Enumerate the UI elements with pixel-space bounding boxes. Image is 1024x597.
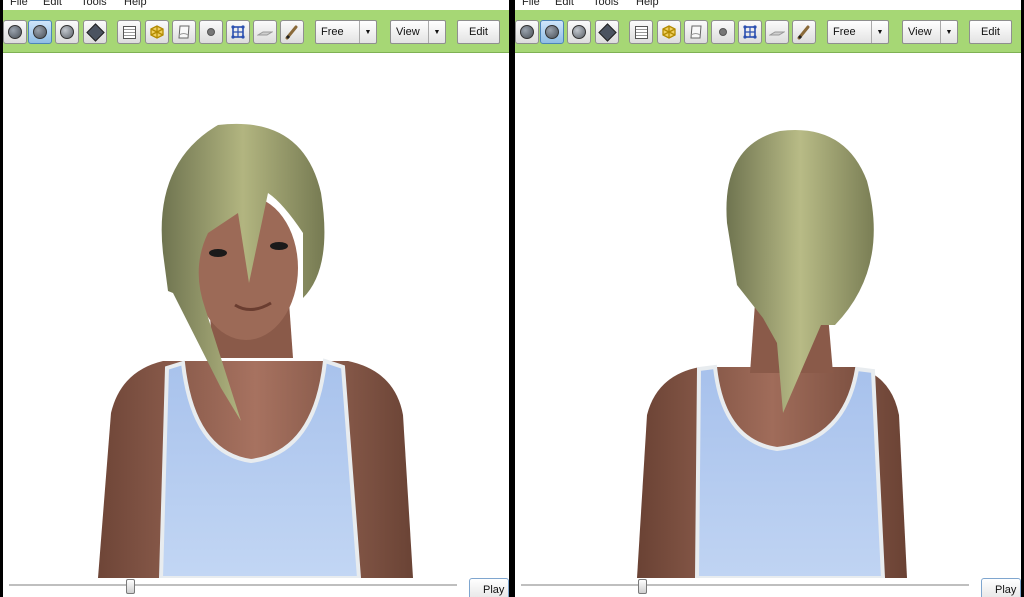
wireframe-icon[interactable] [117, 20, 141, 44]
timeline-slider-thumb[interactable] [125, 579, 135, 594]
view-label: View [396, 26, 420, 38]
play-button[interactable]: Play [469, 578, 509, 597]
toolbar: Free ▼ View ▼ Edit [3, 10, 509, 53]
menu-help[interactable]: Help [636, 0, 659, 8]
smooth-sphere-icon[interactable] [540, 20, 564, 44]
bone-grid-icon[interactable] [226, 20, 250, 44]
camera-mode-dropdown[interactable]: Free ▼ [315, 20, 377, 44]
diamond-icon[interactable] [83, 20, 107, 44]
edit-button[interactable]: Edit [457, 20, 500, 44]
menu-bar: File Edit Tools Help [3, 0, 509, 10]
3d-viewport-back[interactable] [515, 53, 1021, 578]
point-icon[interactable] [711, 20, 735, 44]
timeline-slider-track[interactable] [9, 584, 457, 586]
point-icon[interactable] [199, 20, 223, 44]
pen-icon[interactable] [280, 20, 304, 44]
floor-icon[interactable] [765, 20, 789, 44]
view-label: View [908, 26, 932, 38]
play-button[interactable]: Play [981, 578, 1021, 597]
viewer-window-back: File Edit Tools Help Free ▼ View ▼ Edit … [515, 0, 1021, 597]
edit-button[interactable]: Edit [969, 20, 1012, 44]
camera-mode-value: Free [833, 26, 856, 38]
dropdown-arrow-icon: ▼ [871, 21, 888, 43]
menu-tools[interactable]: Tools [81, 0, 107, 8]
dropdown-arrow-icon: ▼ [359, 21, 376, 43]
menu-file[interactable]: File [522, 0, 540, 8]
dropdown-arrow-icon: ▼ [428, 21, 445, 43]
view-dropdown[interactable]: View ▼ [902, 20, 958, 44]
menu-help[interactable]: Help [124, 0, 147, 8]
smooth-sphere-icon[interactable] [28, 20, 52, 44]
menu-file[interactable]: File [10, 0, 28, 8]
bone-grid-icon[interactable] [738, 20, 762, 44]
view-dropdown[interactable]: View ▼ [390, 20, 446, 44]
shaded-sphere-icon[interactable] [515, 20, 539, 44]
camera-mode-dropdown[interactable]: Free ▼ [827, 20, 889, 44]
pen-icon[interactable] [792, 20, 816, 44]
wireframe-icon[interactable] [629, 20, 653, 44]
menu-bar: File Edit Tools Help [515, 0, 1021, 10]
diamond-icon[interactable] [595, 20, 619, 44]
menu-edit[interactable]: Edit [43, 0, 62, 8]
menu-tools[interactable]: Tools [593, 0, 619, 8]
viewer-window-front: File Edit Tools Help Free ▼ View ▼ Edit … [3, 0, 509, 597]
3d-viewport-front[interactable] [3, 53, 509, 578]
dropdown-arrow-icon: ▼ [940, 21, 957, 43]
dark-sphere-icon[interactable] [567, 20, 591, 44]
dark-sphere-icon[interactable] [55, 20, 79, 44]
texture-icon[interactable] [684, 20, 708, 44]
toolbar: Free ▼ View ▼ Edit [515, 10, 1021, 53]
texture-icon[interactable] [172, 20, 196, 44]
camera-mode-value: Free [321, 26, 344, 38]
timeline-slider-track[interactable] [521, 584, 969, 586]
timeline-slider-thumb[interactable] [637, 579, 647, 594]
menu-edit[interactable]: Edit [555, 0, 574, 8]
skeleton-icon[interactable] [657, 20, 681, 44]
skeleton-icon[interactable] [145, 20, 169, 44]
floor-icon[interactable] [253, 20, 277, 44]
shaded-sphere-icon[interactable] [3, 20, 27, 44]
